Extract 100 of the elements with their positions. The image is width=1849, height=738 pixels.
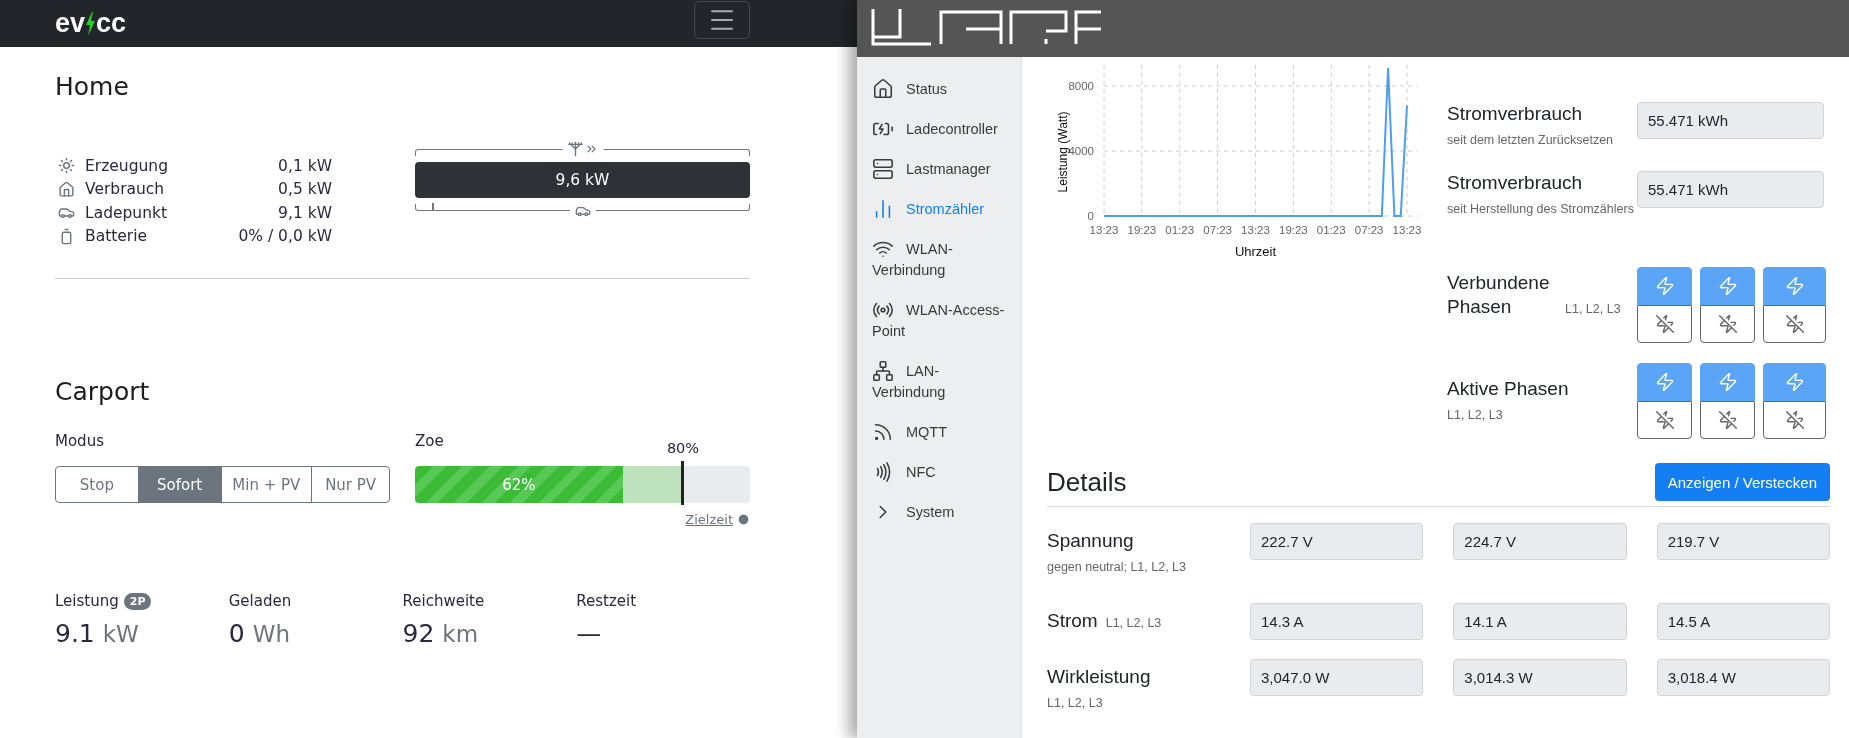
lightning-icon: [1717, 372, 1738, 392]
phase-group-label: Verbundene Phasen: [1447, 271, 1551, 319]
stat-unit: km: [442, 621, 479, 647]
phase-group-note: L1, L2, L3: [1565, 302, 1621, 316]
mode-button[interactable]: Stop: [55, 466, 139, 503]
value-field: 55.471 kWh: [1637, 171, 1824, 208]
lightning-icon: [1717, 276, 1738, 296]
y-axis-label: Leistung (Watt): [1056, 111, 1070, 193]
target-marker[interactable]: [681, 461, 684, 505]
vehicle-name: Zoe: [415, 432, 444, 452]
stat-value: —: [576, 619, 602, 648]
value-field: 14.5 A: [1656, 603, 1830, 640]
section-title: Carport: [55, 377, 151, 406]
phase-off-button[interactable]: [1763, 401, 1826, 439]
soc-label: 62%: [502, 475, 536, 494]
phase-off-button[interactable]: [1637, 401, 1692, 439]
value-field: 55.471 kWh: [1637, 102, 1824, 139]
target-range-band: [622, 466, 683, 503]
x-tick-label: 01:23: [1316, 224, 1346, 236]
x-axis-label: Uhrzeit: [1234, 244, 1277, 259]
energy-value: 0,5 kW: [278, 180, 332, 199]
value-field: 224.7 V: [1453, 523, 1627, 560]
meter-label: Stromverbrauch: [1447, 172, 1583, 193]
detail-label: Wirkleistung: [1047, 666, 1151, 687]
meter-note: seit Herstellung des Stromzählers: [1447, 201, 1635, 218]
sun-icon: [57, 157, 75, 175]
x-tick-label: 07:23: [1203, 224, 1232, 236]
menu-button[interactable]: [694, 0, 750, 39]
x-tick-label: 19:23: [1127, 224, 1157, 236]
lightning-icon: [1654, 372, 1675, 392]
stat-value: 9.1: [55, 619, 95, 648]
energy-label: Batterie: [85, 227, 149, 246]
power-bar: 9,6 kW: [415, 162, 750, 198]
stat-label: Reichweite: [402, 592, 485, 610]
x-tick-label: 07:23: [1354, 224, 1384, 236]
phase-off-button[interactable]: [1763, 305, 1826, 343]
energy-label: Erzeugung: [85, 156, 169, 175]
phase-badge: 2P: [123, 592, 152, 610]
server-icon: [872, 157, 894, 180]
phase-group-note: L1, L2, L3: [1447, 407, 1504, 424]
y-tick-label: 8000: [1068, 80, 1094, 92]
stat-value: 92: [402, 619, 435, 648]
detail-note: L1, L2, L3: [1105, 616, 1162, 630]
house-icon: [872, 77, 894, 100]
value-field: 3,047.0 W: [1250, 659, 1424, 696]
target-time-link[interactable]: Zielzeit: [685, 512, 733, 527]
value-field: 3,018.4 W: [1656, 659, 1830, 696]
meter-label: Stromverbrauch: [1447, 103, 1583, 124]
section-title: Details: [1047, 466, 1127, 498]
phase-off-button[interactable]: [1700, 401, 1755, 439]
value-field: 3,014.3 W: [1453, 659, 1627, 696]
nav-item[interactable]: MQTT: [872, 412, 1006, 452]
mode-button[interactable]: Min + PV: [220, 466, 313, 503]
energy-value: 0% / 0,0 kW: [238, 227, 332, 246]
nav-item[interactable]: Status: [872, 69, 1006, 109]
nav-item[interactable]: WLAN-Verbindung: [872, 229, 1006, 290]
lightning-off-icon: [1717, 314, 1738, 334]
x-tick-label: 13:23: [1241, 224, 1270, 236]
energy-value: 9,1 kW: [278, 203, 332, 222]
phase-off-button[interactable]: [1637, 305, 1692, 343]
nav-item[interactable]: NFC: [872, 452, 1006, 492]
y-tick-label: 4000: [1068, 145, 1094, 157]
detail-note: L1, L2, L3: [1047, 695, 1104, 712]
lightning-icon: [1654, 276, 1675, 296]
utility-pole-icon: [567, 141, 583, 157]
stat-value: 0: [228, 619, 245, 648]
mode-button[interactable]: Sofort: [137, 466, 222, 503]
value-field: 14.1 A: [1453, 603, 1627, 640]
mode-button[interactable]: Nur PV: [311, 466, 390, 503]
energy-label: Verbrauch: [85, 180, 166, 199]
nav-item[interactable]: LAN-Verbindung: [872, 351, 1006, 412]
lightning-off-icon: [1784, 314, 1805, 334]
value-field: 222.7 V: [1250, 523, 1424, 560]
stat-unit: kW: [102, 621, 139, 647]
x-tick-label: 13:23: [1089, 224, 1119, 236]
detail-note: gegen neutral; L1, L2, L3: [1047, 559, 1187, 576]
target-soc-label: 80%: [666, 440, 700, 456]
stat-label: Restzeit: [576, 592, 637, 610]
meter-note: seit dem letzten Zurücksetzen: [1447, 132, 1615, 149]
stat-unit: Wh: [252, 621, 290, 647]
x-tick-label: 13:23: [1392, 224, 1422, 236]
value-field: 219.7 V: [1656, 523, 1830, 560]
stat-label: Leistung: [55, 592, 119, 610]
stat-label: Geladen: [228, 592, 292, 610]
nav-item[interactable]: WLAN-Access-Point: [872, 290, 1006, 351]
mode-label: Modus: [55, 432, 104, 452]
detail-label: Strom: [1047, 609, 1098, 633]
section-title: Home: [55, 72, 130, 101]
value-field: 14.3 A: [1250, 603, 1424, 640]
lightning-icon: [1784, 276, 1805, 296]
nav-item[interactable]: System: [872, 492, 1006, 532]
nav-item[interactable]: Lastmanager: [872, 149, 1006, 189]
nav-item[interactable]: Ladecontroller: [872, 109, 1006, 149]
phase-off-button[interactable]: [1700, 305, 1755, 343]
house-icon: [57, 180, 75, 198]
energy-value: 0,1 kW: [278, 156, 332, 175]
y-tick-label: 0: [1087, 210, 1094, 222]
phase-group-label: Aktive Phasen: [1447, 378, 1569, 399]
toggle-button[interactable]: Anzeigen / Verstecken: [1654, 463, 1830, 501]
network-icon: [872, 359, 894, 382]
